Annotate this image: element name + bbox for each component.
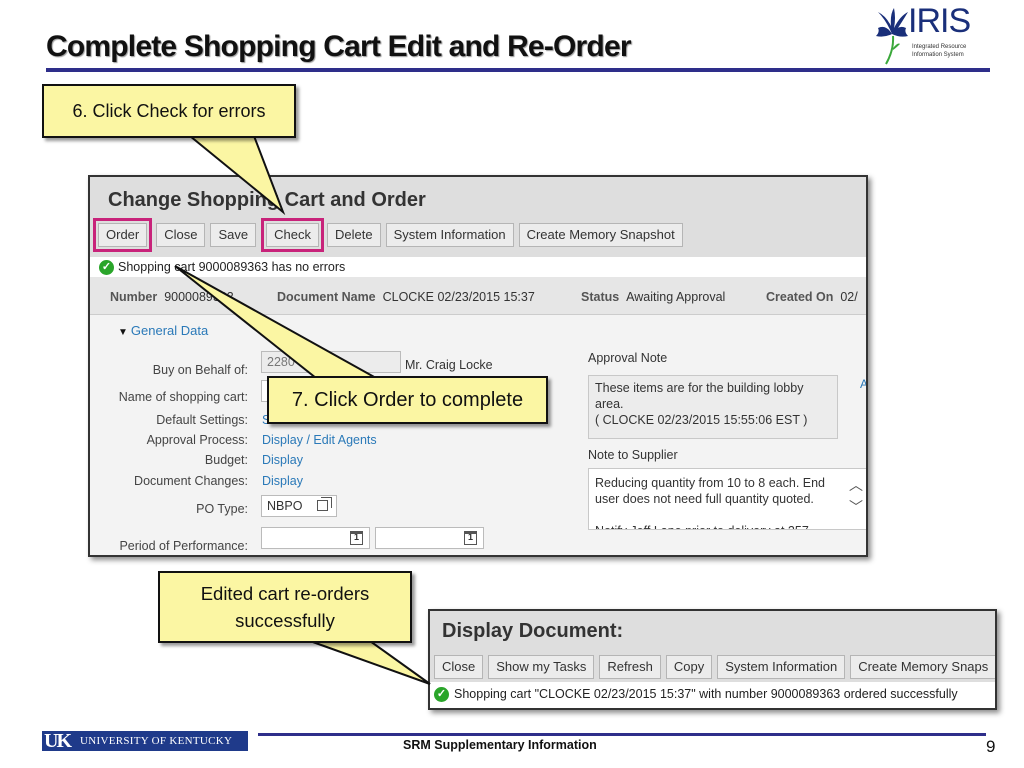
truncated-link[interactable]: A (860, 377, 866, 391)
close-button[interactable]: Close (434, 655, 484, 679)
period-end-input[interactable]: 1 (375, 527, 484, 549)
delete-button[interactable]: Delete (326, 223, 381, 247)
change-shopping-cart-window: Change Shopping Cart and Order Order Clo… (88, 175, 868, 557)
note-to-supplier-label: Note to Supplier (588, 448, 678, 462)
supplier-note-line: Notify Jeff Lane prior to delivery at 25… (595, 523, 837, 529)
scroll-up-icon[interactable]: ︿ (849, 477, 863, 493)
window-header: Change Shopping Cart and Order Order Clo… (90, 177, 866, 257)
scroll-down-icon[interactable]: ﹀ (849, 499, 863, 515)
approval-note-line: These items are for the building lobby (595, 381, 804, 395)
callout-step-7: 7. Click Order to complete (267, 376, 548, 424)
general-data-label: General Data (130, 323, 209, 338)
show-my-tasks-button[interactable]: Show my Tasks (488, 655, 595, 679)
status-message: ✓ Shopping cart "CLOCKE 02/23/2015 15:37… (430, 682, 995, 708)
approval-note-line: area. (595, 397, 624, 411)
iris-subtitle-line1: Integrated Resource (912, 44, 967, 50)
save-button[interactable]: Save (210, 223, 257, 247)
status-message-text: Shopping cart "CLOCKE 02/23/2015 15:37" … (454, 687, 958, 701)
status-message: ✓ Shopping cart 9000089363 has no errors (90, 257, 866, 277)
document-changes-link[interactable]: Display (262, 474, 303, 488)
title-rule (46, 68, 990, 72)
status-message-text: Shopping cart 9000089363 has no errors (118, 260, 346, 274)
approval-note-box: These items are for the building lobby a… (588, 375, 838, 439)
number-label: Number (110, 290, 158, 304)
number-value: 9000089363 (164, 290, 234, 304)
general-data-toggle[interactable]: ▼ General Data (118, 323, 208, 338)
approval-note-line: ( CLOCKE 02/23/2015 15:55:06 EST ) (595, 413, 808, 427)
document-changes-label: Document Changes: (134, 474, 248, 488)
created-on-label: Created On (766, 290, 834, 304)
system-information-button[interactable]: System Information (385, 223, 514, 247)
window-title: Change Shopping Cart and Order (108, 189, 426, 211)
buy-on-behalf-name: Mr. Craig Locke (405, 358, 493, 372)
cart-name-label: Name of shopping cart: (118, 390, 248, 404)
create-memory-snapshot-button[interactable]: Create Memory Snapshot (518, 223, 683, 247)
iris-wordmark: IRIS (908, 2, 971, 40)
supplier-note-line: Reducing quantity from 10 to 8 each. End (595, 476, 826, 490)
toolbar: Close Show my Tasks Refresh Copy System … (434, 655, 995, 679)
close-button[interactable]: Close (156, 223, 206, 247)
period-of-performance-label: Period of Performance: (119, 539, 248, 553)
calendar-icon[interactable]: 1 (350, 531, 363, 545)
budget-label: Budget: (204, 453, 248, 467)
display-document-window: Display Document: Close Show my Tasks Re… (428, 609, 997, 710)
slide-title: Complete Shopping Cart Edit and Re-Order (46, 30, 632, 63)
iris-flower-icon (876, 8, 908, 65)
callout-result: Edited cart re-orders successfully (158, 571, 412, 643)
default-settings-label: Default Settings: (156, 413, 248, 427)
buy-on-behalf-input[interactable]: 2280 (261, 351, 401, 373)
status-label: Status (581, 290, 620, 304)
iris-subtitle-line2: Information System (912, 52, 964, 58)
supplier-note-line: user does not need full quantity quoted. (595, 492, 814, 506)
approval-note-label: Approval Note (588, 351, 668, 365)
check-button[interactable]: Check (261, 218, 324, 252)
note-to-supplier-textarea[interactable]: Reducing quantity from 10 to 8 each. End… (588, 468, 866, 530)
copy-button[interactable]: Copy (665, 655, 713, 679)
footer-caption: SRM Supplementary Information (403, 738, 597, 752)
approval-process-label: Approval Process: (146, 433, 248, 447)
window-title: Display Document: (442, 620, 624, 642)
order-button[interactable]: Order (92, 218, 153, 252)
po-type-value: NBPO (267, 499, 303, 513)
callout-step-6: 6. Click Check for errors (42, 84, 296, 138)
callout-result-pointer (309, 640, 431, 685)
university-name: UNIVERSITY OF KENTUCKY (80, 735, 233, 747)
created-on-value: 02/ (840, 290, 858, 304)
page-number: 9 (986, 737, 996, 756)
toolbar: Order Close Save Check Delete System Inf… (92, 218, 683, 252)
approval-process-link[interactable]: Display / Edit Agents (262, 433, 377, 447)
refresh-button[interactable]: Refresh (599, 655, 661, 679)
document-name-value: CLOCKE 02/23/2015 15:37 (382, 290, 535, 304)
budget-link[interactable]: Display (262, 453, 303, 467)
success-check-icon: ✓ (434, 687, 449, 702)
create-memory-snapshot-button[interactable]: Create Memory Snaps (850, 655, 995, 679)
document-name-label: Document Name (277, 290, 376, 304)
iris-logo: IRIS Integrated Resource Information Sys… (872, 2, 976, 68)
po-type-label: PO Type: (196, 502, 248, 516)
document-info-bar: Number 9000089363 Document Name CLOCKE 0… (90, 277, 866, 315)
po-type-field[interactable]: NBPO (261, 495, 337, 517)
buy-on-behalf-label: Buy on Behalf of: (152, 363, 248, 377)
period-start-input[interactable]: 1 (261, 527, 370, 549)
caret-down-icon: ▼ (118, 327, 128, 338)
system-information-button[interactable]: System Information (717, 655, 846, 679)
footer-rule (258, 733, 986, 736)
university-of-kentucky-logo: UK UNIVERSITY OF KENTUCKY (42, 730, 248, 752)
success-check-icon: ✓ (99, 260, 114, 275)
calendar-icon[interactable]: 1 (464, 531, 477, 545)
status-value: Awaiting Approval (626, 290, 726, 304)
iris-subtitle: Integrated Resource Information System (912, 43, 966, 59)
value-help-icon[interactable] (317, 497, 332, 511)
uk-mark: UK (44, 730, 72, 752)
